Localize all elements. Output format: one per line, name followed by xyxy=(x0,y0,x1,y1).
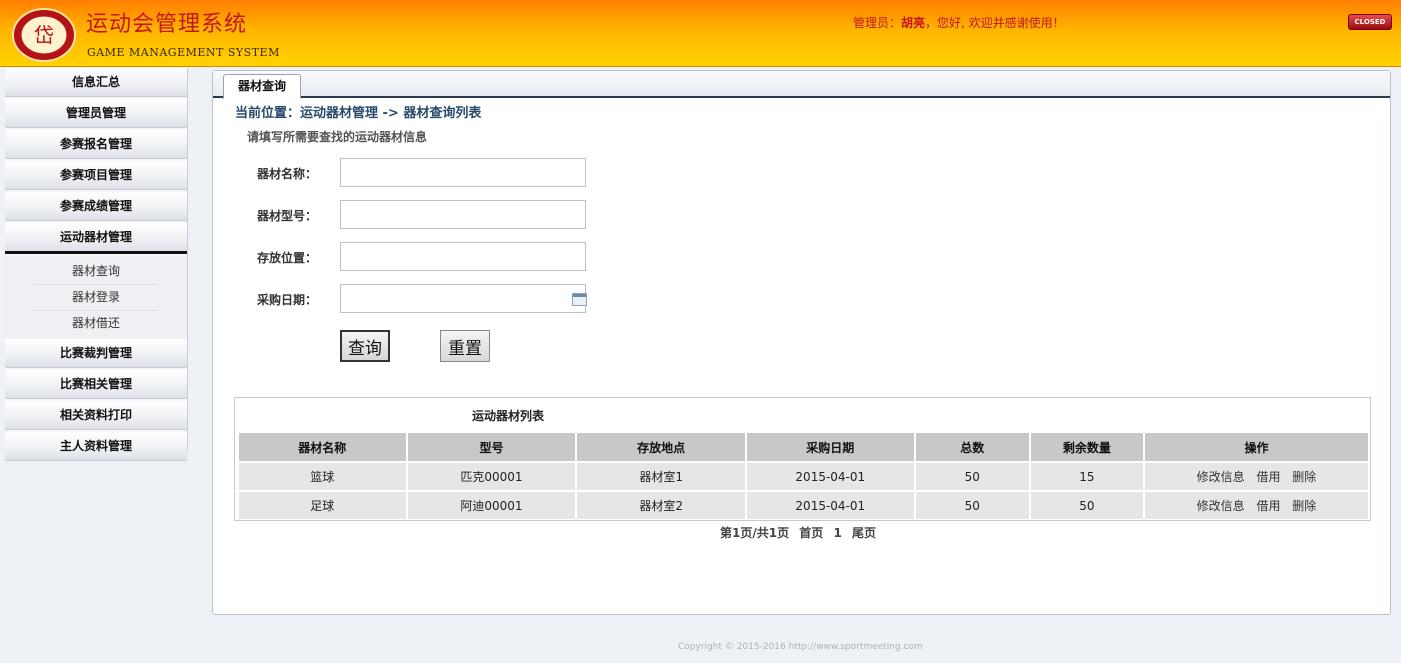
edit-link[interactable]: 修改信息 xyxy=(1197,470,1245,484)
table-header-row: 器材名称 型号 存放地点 采购日期 总数 剩余数量 操作 xyxy=(239,433,1368,461)
submenu-item-equipment-query[interactable]: 器材查询 xyxy=(33,259,159,285)
cell-location: 器材室1 xyxy=(577,463,745,490)
column-header: 器材名称 xyxy=(239,433,406,461)
table-row: 足球 阿迪00001 器材室2 2015-04-01 50 50 修改信息 借用… xyxy=(239,492,1368,519)
reset-button[interactable]: 重置 xyxy=(440,330,490,362)
welcome-prefix: 管理员： xyxy=(853,16,902,30)
column-header: 剩余数量 xyxy=(1030,433,1143,461)
welcome-suffix: ，您好, 欢迎并感谢使用！ xyxy=(925,16,1065,30)
borrow-link[interactable]: 借用 xyxy=(1256,470,1280,484)
column-header: 操作 xyxy=(1144,433,1368,461)
purchase-date-input[interactable] xyxy=(340,284,586,313)
model-label: 器材型号： xyxy=(257,209,318,223)
last-page-link[interactable]: 尾页 xyxy=(852,526,876,540)
name-label: 器材名称： xyxy=(257,167,318,181)
page-info: 第1页/共1页 xyxy=(720,526,790,540)
tab-equipment-query[interactable]: 器材查询 xyxy=(223,74,302,99)
sidebar-item-events[interactable]: 参赛项目管理 xyxy=(5,161,187,190)
sidebar-item-print[interactable]: 相关资料打印 xyxy=(5,401,187,430)
submenu-item-equipment-borrow[interactable]: 器材借还 xyxy=(33,311,159,336)
equipment-name-input[interactable] xyxy=(340,158,586,187)
university-logo: 岱 xyxy=(12,8,76,62)
sidebar-item-results[interactable]: 参赛成绩管理 xyxy=(5,192,187,221)
edit-link[interactable]: 修改信息 xyxy=(1197,499,1245,513)
cell-date: 2015-04-01 xyxy=(746,463,914,490)
cell-operations: 修改信息 借用 删除 xyxy=(1144,492,1368,519)
cell-model: 阿迪00001 xyxy=(407,492,576,519)
calendar-icon[interactable] xyxy=(572,293,587,306)
sidebar-item-registration[interactable]: 参赛报名管理 xyxy=(5,130,187,159)
sidebar-item-profile[interactable]: 主人资料管理 xyxy=(5,432,187,461)
submenu-item-equipment-register[interactable]: 器材登录 xyxy=(33,285,159,311)
cell-date: 2015-04-01 xyxy=(746,492,914,519)
sidebar: 信息汇总 管理员管理 参赛报名管理 参赛项目管理 参赛成绩管理 运动器材管理 器… xyxy=(5,68,188,461)
username: 胡亮 xyxy=(901,16,926,30)
equipment-list: 运动器材列表 器材名称 型号 存放地点 采购日期 总数 剩余数量 操作 篮球 匹… xyxy=(234,397,1371,521)
app-header: 岱 运动会管理系统 GAME MANAGEMENT SYSTEM 管理员：胡亮，… xyxy=(0,0,1401,67)
first-page-link[interactable]: 首页 xyxy=(799,526,823,540)
equipment-model-input[interactable] xyxy=(340,200,586,229)
column-header: 存放地点 xyxy=(577,433,745,461)
delete-link[interactable]: 删除 xyxy=(1292,470,1316,484)
cell-remaining: 15 xyxy=(1030,463,1143,490)
sidebar-item-summary[interactable]: 信息汇总 xyxy=(5,68,187,97)
cell-operations: 修改信息 借用 删除 xyxy=(1144,463,1368,490)
sidebar-item-referees[interactable]: 比赛裁判管理 xyxy=(5,339,187,368)
form-title: 请填写所需要查找的运动器材信息 xyxy=(247,130,428,144)
table-row: 篮球 匹克00001 器材室1 2015-04-01 50 15 修改信息 借用… xyxy=(239,463,1368,490)
location-label: 存放位置： xyxy=(257,251,318,265)
breadcrumb: 当前位置：运动器材管理 -> 器材查询列表 xyxy=(235,106,482,121)
date-label: 采购日期： xyxy=(257,293,318,307)
svg-text:岱: 岱 xyxy=(34,23,54,47)
cell-total: 50 xyxy=(915,463,1029,490)
system-title: 运动会管理系统 xyxy=(86,12,248,37)
main-panel: 器材查询 当前位置：运动器材管理 -> 器材查询列表 请填写所需要查找的运动器材… xyxy=(212,70,1391,615)
close-button[interactable]: CLOSED xyxy=(1348,14,1392,30)
cell-location: 器材室2 xyxy=(577,492,745,519)
cell-model: 匹克00001 xyxy=(407,463,576,490)
equipment-table: 器材名称 型号 存放地点 采购日期 总数 剩余数量 操作 篮球 匹克00001 … xyxy=(237,431,1370,521)
cell-name: 足球 xyxy=(239,492,406,519)
list-title: 运动器材列表 xyxy=(472,409,545,423)
sidebar-item-related[interactable]: 比赛相关管理 xyxy=(5,370,187,399)
sidebar-item-admin[interactable]: 管理员管理 xyxy=(5,99,187,128)
cell-remaining: 50 xyxy=(1030,492,1143,519)
storage-location-input[interactable] xyxy=(340,242,586,271)
cell-total: 50 xyxy=(915,492,1029,519)
sidebar-item-equipment[interactable]: 运动器材管理 xyxy=(5,223,187,254)
welcome-message: 管理员：胡亮，您好, 欢迎并感谢使用！ xyxy=(853,14,1065,31)
borrow-link[interactable]: 借用 xyxy=(1256,499,1280,513)
system-subtitle: GAME MANAGEMENT SYSTEM xyxy=(87,46,280,59)
delete-link[interactable]: 删除 xyxy=(1292,499,1316,513)
pagination: 第1页/共1页 首页 1 尾页 xyxy=(720,524,882,541)
page-number-link[interactable]: 1 xyxy=(833,526,841,540)
column-header: 采购日期 xyxy=(746,433,914,461)
query-button[interactable]: 查询 xyxy=(340,330,390,362)
copyright: Copyright © 2015-2016 http://www.sportme… xyxy=(678,642,923,652)
cell-name: 篮球 xyxy=(239,463,406,490)
column-header: 总数 xyxy=(915,433,1029,461)
column-header: 型号 xyxy=(407,433,576,461)
tab-bar: 器材查询 xyxy=(213,71,1390,99)
equipment-submenu: 器材查询 器材登录 器材借还 xyxy=(5,256,187,339)
